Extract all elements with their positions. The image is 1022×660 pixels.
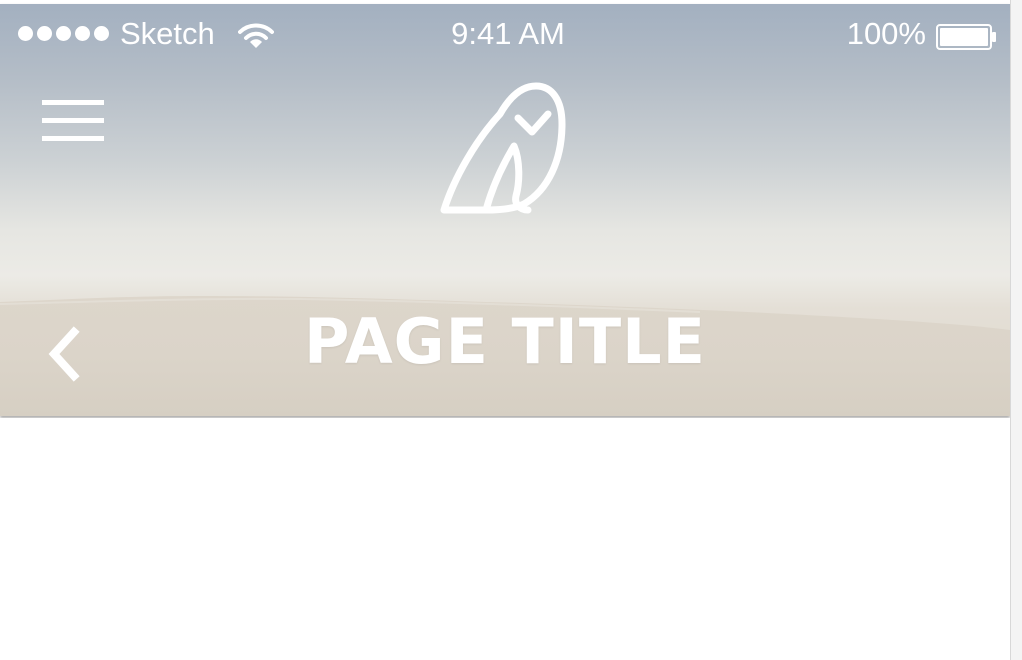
menu-button[interactable] [40,98,108,148]
window-edge [1010,0,1022,660]
signal-strength-icon [18,26,109,41]
page-title: PAGE TITLE [303,305,707,378]
header-hero: Sketch 9:41 AM 100% PAGE TITLE [0,4,1010,416]
owl-logo-icon [440,82,566,214]
chevron-left-icon [48,326,80,382]
content-area [0,418,1010,660]
status-time: 9:41 AM [451,16,565,51]
carrier-name: Sketch [120,16,215,51]
status-bar: Sketch 9:41 AM 100% [0,4,1010,64]
app-screen: Sketch 9:41 AM 100% PAGE TITLE [0,0,1010,660]
hamburger-menu-icon [42,100,104,105]
battery-icon [936,24,996,50]
battery-percent: 100% [846,16,926,51]
wifi-icon [238,23,274,48]
back-button[interactable] [42,326,86,382]
